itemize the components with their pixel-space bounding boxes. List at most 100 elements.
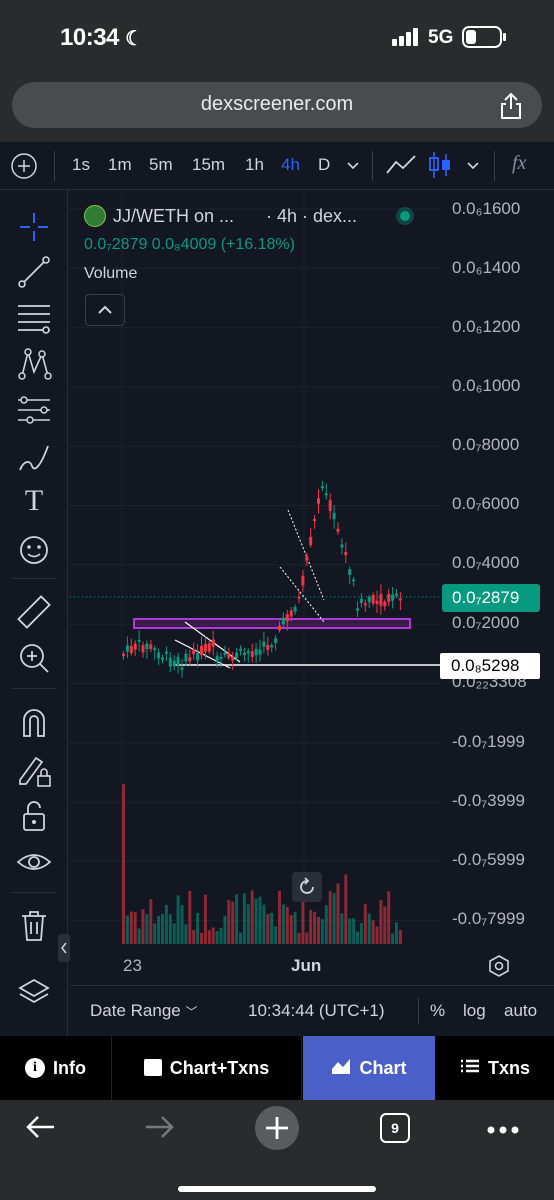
trend-line xyxy=(287,509,325,601)
volume-bar xyxy=(254,898,258,944)
volume-bar xyxy=(371,920,375,944)
text-tool-icon[interactable]: T xyxy=(14,484,54,524)
date-bar-divider xyxy=(418,998,419,1024)
candlestick xyxy=(164,651,168,654)
pattern-icon[interactable] xyxy=(14,344,54,384)
date-range-button[interactable]: Date Range ﹀ xyxy=(90,1001,197,1021)
volume-bar xyxy=(348,918,352,944)
timeframe-15m[interactable]: 15m xyxy=(192,155,225,175)
url-text[interactable]: dexscreener.com xyxy=(0,93,554,116)
price-axis-label: 0.0₇2000 xyxy=(452,613,520,632)
candlestick xyxy=(242,652,246,656)
candlestick xyxy=(161,657,164,660)
volume-bar xyxy=(207,930,211,944)
reset-chart-button[interactable] xyxy=(292,872,322,902)
share-icon[interactable] xyxy=(498,92,524,120)
add-symbol-icon[interactable] xyxy=(10,152,38,180)
volume-bar xyxy=(375,926,379,944)
layers-icon[interactable] xyxy=(14,972,54,1012)
candlestick xyxy=(317,498,320,504)
line-chart-icon[interactable] xyxy=(385,153,417,177)
tabs-count-button[interactable]: 9 xyxy=(380,1113,410,1143)
price-axis-label: 0.0₇8000 xyxy=(452,435,520,454)
candlestick xyxy=(348,569,352,576)
volume-bar xyxy=(157,915,161,944)
zoom-in-icon[interactable] xyxy=(14,638,54,678)
lock-drawings-icon[interactable] xyxy=(14,750,54,790)
candlestick xyxy=(266,644,270,650)
tab-info[interactable]: i Info xyxy=(0,1036,112,1100)
volume-bar xyxy=(172,923,176,944)
timeframe-1s[interactable]: 1s xyxy=(72,155,90,175)
trash-icon[interactable] xyxy=(14,906,54,946)
volume-bar xyxy=(363,904,367,944)
sidebar-divider xyxy=(12,578,56,579)
fib-retracement-icon[interactable] xyxy=(14,298,54,338)
candlestick xyxy=(371,595,375,604)
candlestick-icon[interactable] xyxy=(428,150,452,180)
brush-icon[interactable] xyxy=(14,438,54,478)
candlestick xyxy=(309,536,313,546)
candlestick xyxy=(387,593,391,602)
candlestick xyxy=(379,594,383,606)
chevron-down-icon: ﹀ xyxy=(185,1005,198,1019)
info-icon: i xyxy=(25,1058,45,1078)
signal-icon xyxy=(392,28,422,46)
crosshair-icon[interactable] xyxy=(14,207,54,247)
indicators-button[interactable]: fx xyxy=(512,152,526,175)
volume-bar xyxy=(359,923,363,944)
candlestick xyxy=(192,649,196,655)
volume-bar xyxy=(281,904,285,944)
price-chart[interactable] xyxy=(70,192,442,944)
auto-scale-toggle[interactable]: auto xyxy=(504,1001,537,1021)
sidebar-divider xyxy=(12,892,56,893)
tab-chart[interactable]: Chart xyxy=(303,1036,435,1100)
prediction-icon[interactable] xyxy=(14,390,54,430)
timeframe-1d[interactable]: D xyxy=(318,155,330,175)
volume-bar xyxy=(137,928,141,944)
collapse-legend-button[interactable] xyxy=(85,294,125,326)
tab-chart-txns[interactable]: Chart+Txns xyxy=(112,1036,302,1100)
new-tab-button[interactable] xyxy=(255,1106,299,1150)
volume-bar xyxy=(133,912,137,944)
back-arrow-icon[interactable] xyxy=(24,1112,58,1142)
log-scale-toggle[interactable]: log xyxy=(463,1001,486,1021)
candlestick xyxy=(227,652,231,659)
percent-scale-toggle[interactable]: % xyxy=(430,1001,445,1021)
volume-bar xyxy=(192,929,196,944)
chart-settings-icon[interactable] xyxy=(486,953,512,979)
timeframe-4h[interactable]: 4h xyxy=(281,155,300,175)
candlestick xyxy=(301,575,305,586)
price-axis-label: 0.0₆1200 xyxy=(452,317,521,336)
timeframe-5m[interactable]: 5m xyxy=(149,155,173,175)
trend-line-icon[interactable] xyxy=(14,252,54,292)
price-axis-label: 0.0₇4000 xyxy=(452,553,520,572)
candlestick xyxy=(281,617,285,625)
unlock-icon[interactable] xyxy=(14,796,54,836)
candlestick xyxy=(352,579,356,582)
emoji-icon[interactable] xyxy=(14,530,54,570)
candlestick xyxy=(200,645,203,656)
ruler-icon[interactable] xyxy=(14,592,54,632)
timeframe-1m[interactable]: 1m xyxy=(108,155,132,175)
volume-bar xyxy=(161,913,164,944)
price-axis-label: -0.0₇5999 xyxy=(452,850,525,869)
tab-txns[interactable]: Txns xyxy=(436,1036,554,1100)
collapse-sidebar-button[interactable] xyxy=(58,934,70,962)
timezone-clock[interactable]: 10:34:44 (UTC+1) xyxy=(248,1001,385,1021)
chevron-down-icon[interactable] xyxy=(346,158,360,170)
candlestick xyxy=(293,606,297,612)
volume-bar xyxy=(149,899,153,944)
volume-bar xyxy=(188,890,192,944)
price-axis-label: 0.0₆1000 xyxy=(452,376,521,395)
price-axis-label: -0.0₇1999 xyxy=(452,732,525,751)
magnet-icon[interactable] xyxy=(14,702,54,742)
eye-icon[interactable] xyxy=(14,842,54,882)
candlestick xyxy=(297,596,301,599)
timeframe-1h[interactable]: 1h xyxy=(245,155,264,175)
more-icon[interactable] xyxy=(486,1122,520,1134)
chevron-down-icon[interactable] xyxy=(466,158,480,170)
toolbar-divider xyxy=(372,151,373,181)
candlestick xyxy=(215,655,219,662)
candlestick xyxy=(207,643,211,652)
